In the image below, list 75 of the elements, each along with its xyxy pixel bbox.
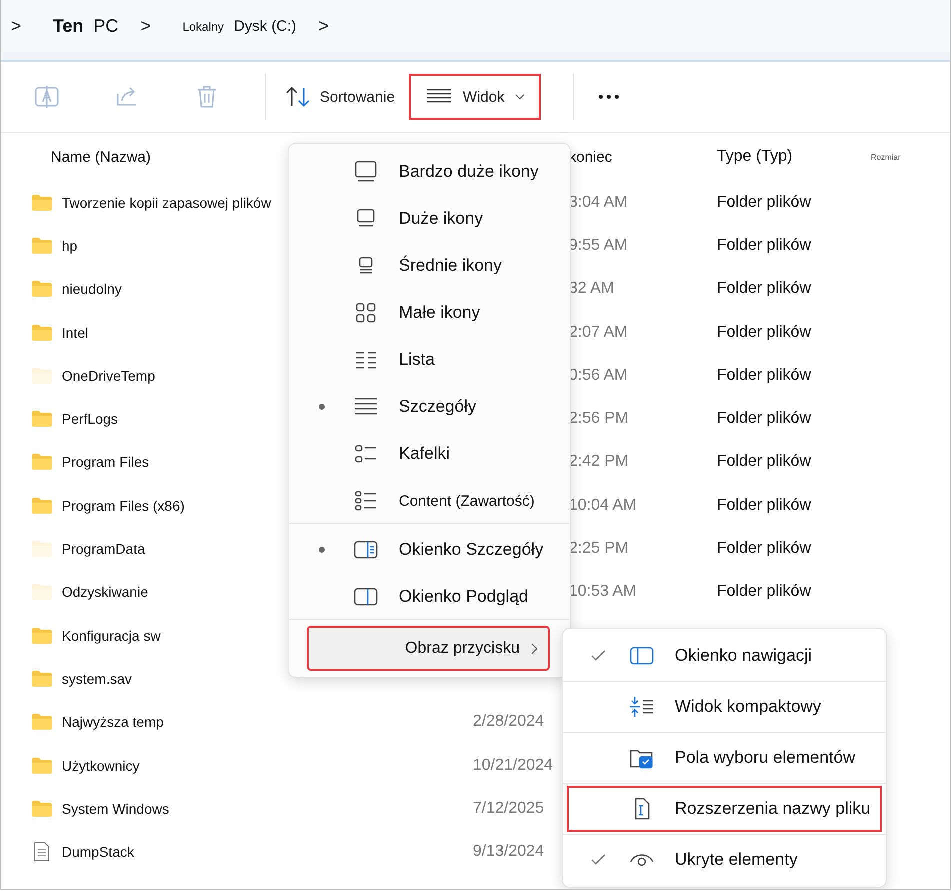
file-name[interactable]: PerfLogs — [62, 411, 118, 428]
file-name[interactable]: nieudolny — [62, 281, 122, 298]
menu-item[interactable]: Rozszerzenia nazwy pliku — [567, 786, 882, 832]
date-text: 7/12/2025 — [473, 800, 544, 817]
date-text: 2:42 PM — [569, 453, 629, 470]
file-name[interactable]: system.sav — [62, 670, 132, 687]
file-name[interactable]: ProgramData — [62, 541, 146, 558]
rename-icon — [33, 84, 61, 110]
caret-icon — [514, 94, 525, 100]
menu-item[interactable]: Duże ikony — [289, 195, 570, 242]
pane-icon — [353, 538, 379, 560]
column-header[interactable]: Rozmiar — [867, 152, 901, 162]
pane-icon — [629, 645, 655, 667]
monitor-icon — [353, 160, 379, 182]
file-name[interactable]: System Windows — [62, 800, 170, 817]
compact-icon — [629, 696, 655, 718]
type-text: Folder plików — [717, 583, 812, 600]
column-header[interactable]: Type (Typ) — [667, 148, 867, 166]
type-text: Folder plików — [717, 194, 812, 211]
file-name[interactable]: Intel — [62, 324, 88, 341]
type-text: Folder plików — [717, 366, 812, 384]
menu-item[interactable]: Okienko nawigacji — [567, 633, 882, 679]
date-text: 2/28/2024 — [473, 713, 544, 730]
type-text: Folder plików — [717, 324, 812, 341]
content-icon — [353, 490, 379, 512]
file-name[interactable]: Najwyższa temp — [62, 714, 164, 730]
date-text: 10/21/2024 — [473, 756, 554, 774]
menu-item[interactable]: Okienko Szczegóły — [289, 526, 570, 573]
more-icon — [598, 94, 620, 100]
menu-item[interactable]: Pola wyboru elementów — [567, 735, 882, 781]
date-text: 2:56 PM — [569, 410, 629, 428]
tiles-icon — [353, 442, 379, 464]
breadcrumb-item[interactable]: Lokalny Dysk (C:) — [170, 18, 319, 34]
lines-icon — [353, 396, 379, 418]
view-button[interactable]: Widok — [409, 74, 541, 120]
menu-item[interactable]: Lista — [289, 336, 570, 383]
type-text: Folder plików — [717, 496, 812, 514]
menu-item[interactable]: Okienko Podgląd — [289, 573, 570, 620]
chevron[interactable]: > — [140, 16, 171, 36]
menu-item[interactable]: Ukryte elementy — [567, 837, 882, 883]
menu-item[interactable]: Content (Zawartość) — [289, 477, 570, 524]
date-text: 2:25 PM — [569, 540, 629, 558]
sort-icon — [284, 84, 312, 110]
menu-item[interactable]: Bardzo duże ikony — [289, 148, 570, 195]
menu-item[interactable]: Średnie ikony — [289, 242, 570, 289]
type-text: Folder plików — [717, 236, 812, 254]
file-name[interactable]: Użytkownicy — [62, 758, 140, 774]
chevron[interactable]: > — [318, 16, 349, 36]
menu-item[interactable]: Kafelki — [289, 430, 570, 477]
type-text: Folder plików — [717, 453, 812, 470]
chevron-icon — [530, 642, 538, 654]
date-text: 3:04 AM — [569, 194, 628, 211]
submenu-item[interactable]: Obraz przycisku — [307, 626, 550, 671]
menu-item[interactable]: Szczegóły — [289, 383, 570, 430]
type-text: Folder plików — [717, 540, 812, 558]
file-name[interactable]: Konfiguracja sw — [62, 628, 161, 644]
file-name[interactable]: Program Files — [62, 454, 150, 470]
date-text: 2:07 AM — [569, 324, 628, 341]
file-name[interactable]: Tworzenie kopii zapasowej plików — [62, 194, 272, 211]
file-name[interactable]: hp — [62, 238, 78, 254]
date-text: 10:04 AM — [569, 496, 637, 514]
date-text: 9/13/2024 — [473, 843, 544, 860]
menu-item[interactable]: Widok kompaktowy — [567, 684, 882, 730]
type-text: Folder plików — [717, 410, 812, 428]
date-text: 10:53 AM — [569, 583, 637, 600]
breadcrumb-item[interactable]: Ten PC — [41, 16, 141, 36]
file-name[interactable]: Program Files (x86) — [62, 498, 185, 514]
file-name[interactable]: Odzyskiwanie — [62, 584, 148, 600]
file-name[interactable]: OneDriveTemp — [62, 368, 156, 384]
pane-icon — [353, 586, 379, 608]
file-name[interactable]: DumpStack — [62, 844, 134, 860]
type-text: Folder plików — [717, 280, 812, 298]
sort-button[interactable]: Sortowanie — [278, 74, 402, 120]
chevron[interactable]: > — [11, 16, 41, 36]
menu-item[interactable]: Małe ikony — [289, 289, 570, 336]
